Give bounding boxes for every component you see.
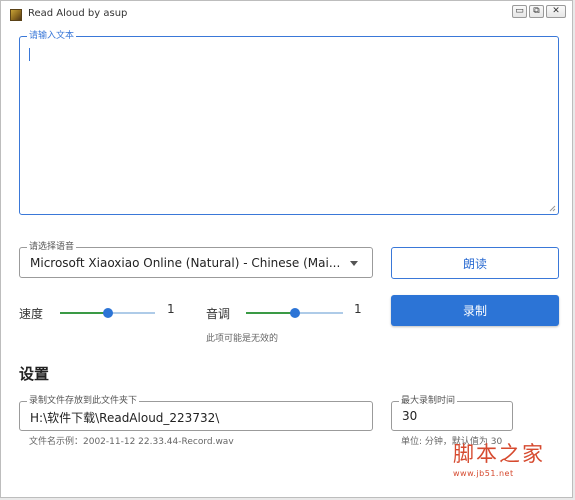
voice-select-legend: 请选择语音	[27, 241, 77, 253]
voice-select[interactable]: 请选择语音 Microsoft Xiaoxiao Online (Natural…	[19, 241, 373, 278]
pitch-value: 1	[354, 302, 362, 316]
save-path-value: H:\软件下载\ReadAloud_223732\	[30, 411, 220, 425]
close-icon: ✕	[552, 6, 560, 16]
close-button[interactable]: ✕	[546, 5, 566, 18]
speed-label: 速度	[19, 307, 44, 321]
save-path-hint: 文件名示例：2002-11-12 22.33.44-Record.wav	[29, 437, 234, 447]
speed-value: 1	[167, 302, 175, 316]
pitch-hint: 此项可能是无效的	[206, 334, 279, 344]
text-input-legend: 请输入文本	[27, 30, 77, 42]
window-title: Read Aloud by asup	[28, 8, 128, 19]
speed-slider-fill	[60, 312, 108, 314]
minimize-button[interactable]: ▭	[512, 5, 527, 18]
max-record-time-legend: 最大录制时间	[399, 395, 458, 407]
window-controls: ▭ ⧉ ✕	[512, 5, 566, 18]
read-button[interactable]: 朗读	[391, 247, 559, 279]
pitch-label: 音调	[206, 307, 231, 321]
voice-select-value: Microsoft Xiaoxiao Online (Natural) - Ch…	[30, 256, 341, 270]
chevron-down-icon[interactable]	[350, 261, 358, 266]
speed-slider[interactable]	[60, 306, 155, 320]
resize-grip-icon[interactable]	[549, 205, 556, 212]
app-window: Read Aloud by asup ▭ ⧉ ✕ 请输入文本 请选择语音 Mic…	[0, 0, 573, 498]
app-icon	[10, 9, 22, 21]
title-bar[interactable]: Read Aloud by asup ▭ ⧉ ✕	[1, 1, 572, 27]
max-record-time-field[interactable]: 最大录制时间 30	[391, 395, 513, 431]
pitch-slider-fill	[246, 312, 295, 314]
site-watermark: 脚本之家 www.jb51.net	[453, 438, 549, 478]
maximize-button[interactable]: ⧉	[529, 5, 544, 18]
pitch-slider[interactable]	[246, 306, 343, 320]
watermark-url: www.jb51.net	[453, 469, 514, 478]
text-caret	[29, 48, 30, 61]
speed-slider-thumb[interactable]	[102, 308, 113, 318]
save-path-legend: 录制文件存放到此文件夹下	[27, 395, 140, 407]
minimize-icon: ▭	[515, 6, 524, 16]
max-record-time-value: 30	[402, 409, 418, 423]
maximize-icon: ⧉	[533, 6, 540, 16]
record-button[interactable]: 录制	[391, 295, 559, 326]
pitch-slider-thumb[interactable]	[289, 308, 300, 318]
settings-title: 设置	[19, 365, 50, 383]
watermark-text: 脚本之家	[453, 442, 545, 466]
text-input-area[interactable]: 请输入文本	[19, 30, 559, 215]
save-path-field[interactable]: 录制文件存放到此文件夹下 H:\软件下载\ReadAloud_223732\	[19, 395, 373, 431]
